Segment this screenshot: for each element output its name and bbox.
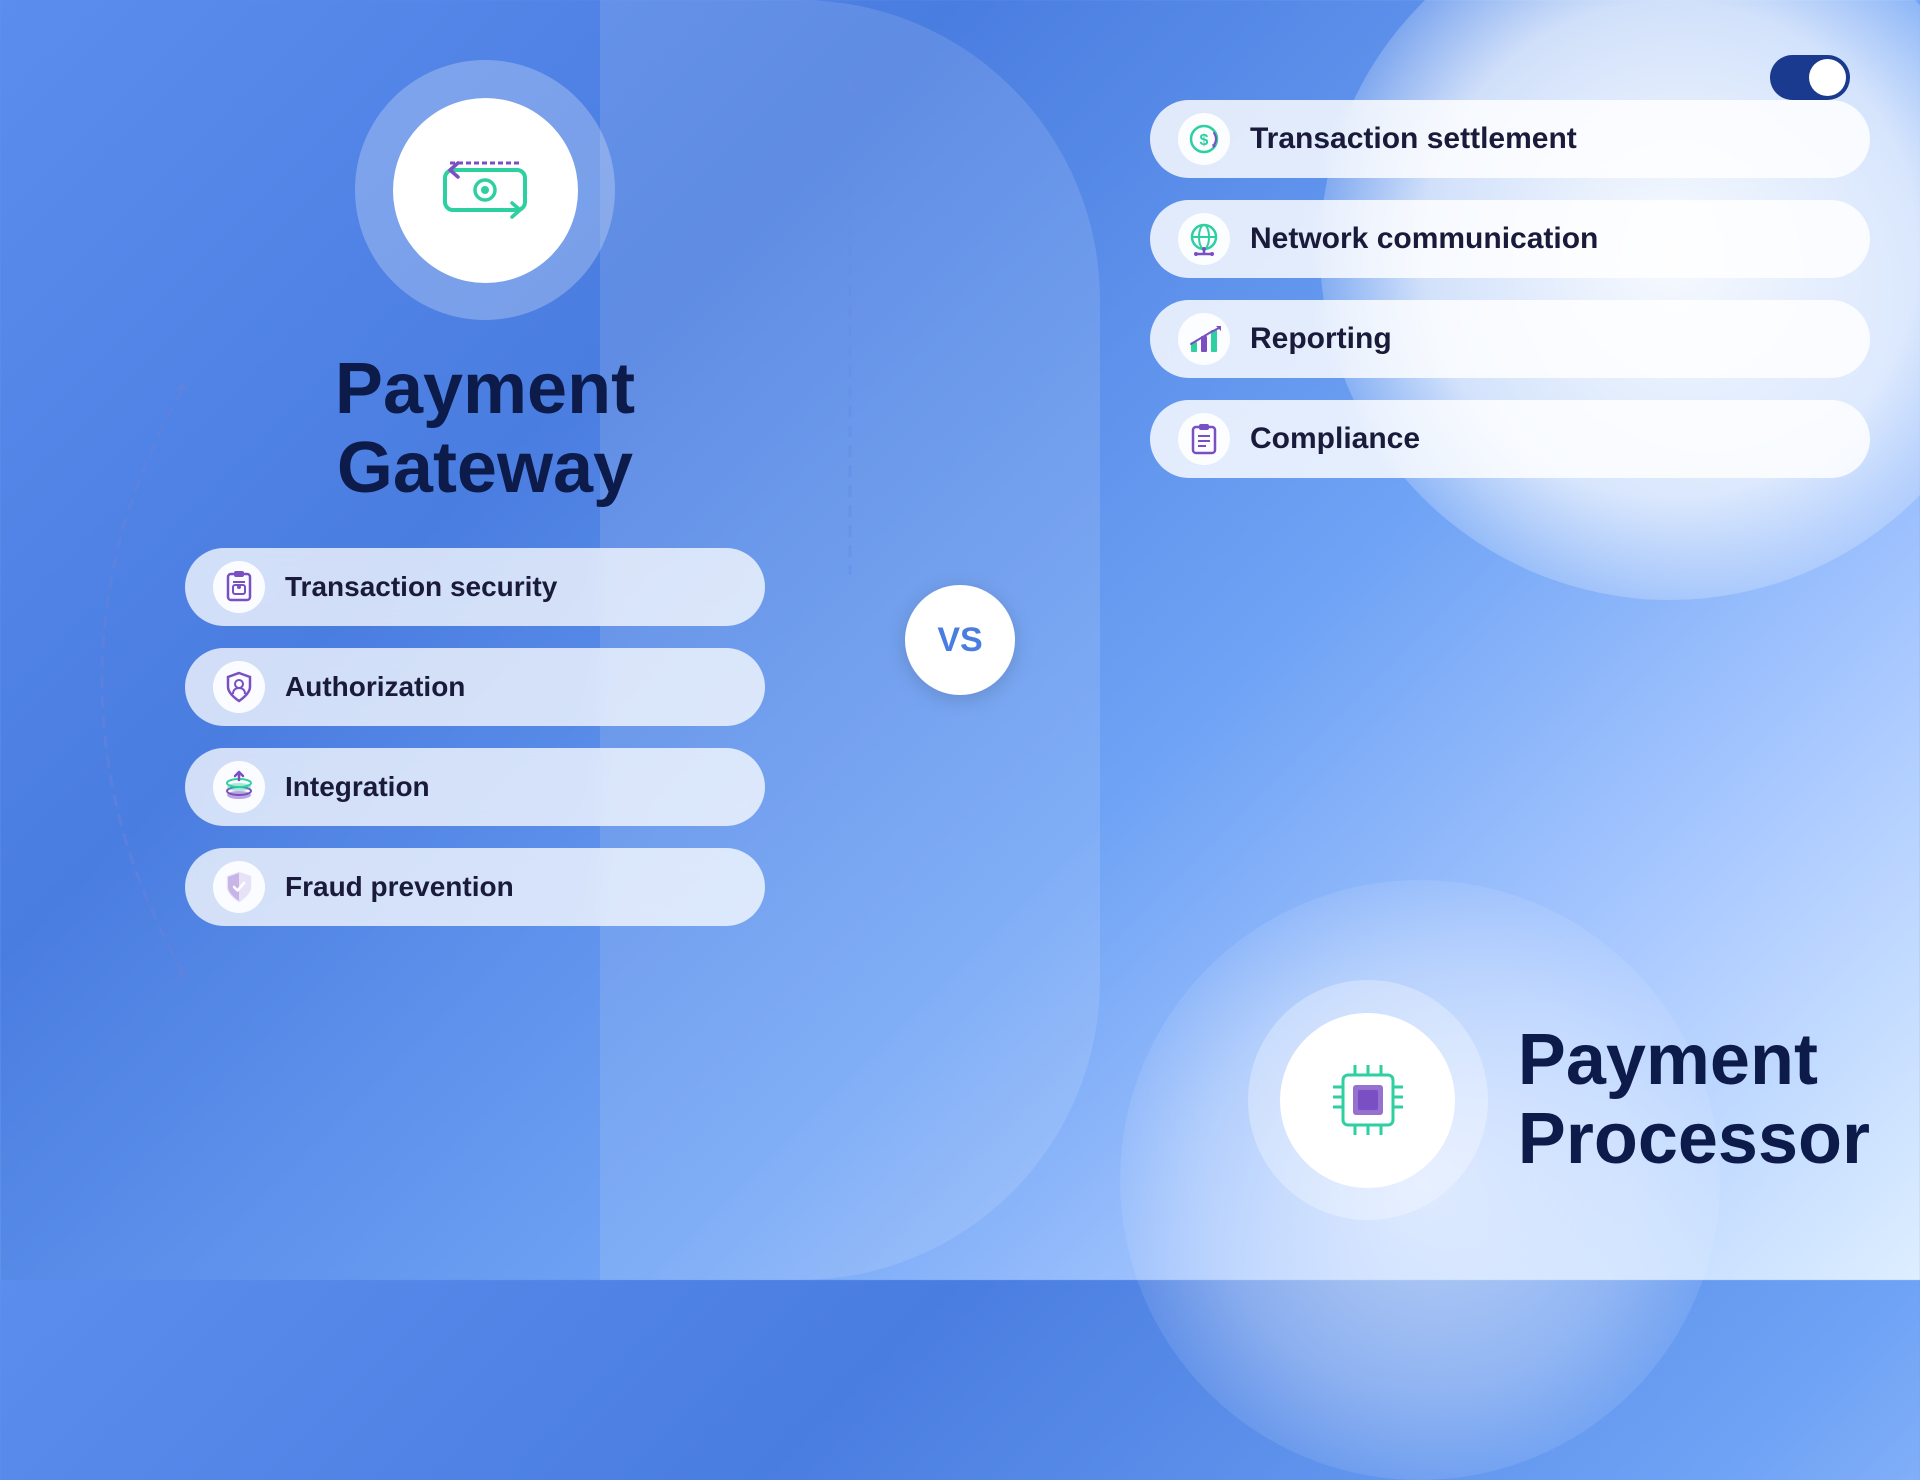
feature-icon-network-communication	[1178, 213, 1230, 265]
shield-check-icon	[222, 670, 256, 704]
feature-item-authorization: Authorization	[185, 648, 765, 726]
right-title: Payment Processor	[1518, 1021, 1870, 1179]
right-feature-label-compliance: Compliance	[1250, 422, 1420, 456]
dollar-cycle-icon: $	[1186, 121, 1222, 157]
right-feature-label-transaction-settlement: Transaction settlement	[1250, 122, 1577, 156]
bar-chart-icon	[1187, 322, 1221, 356]
shield-half-icon	[222, 870, 256, 904]
left-title: Payment Gateway	[335, 350, 635, 508]
clipboard-lock-icon	[222, 570, 256, 604]
feature-icon-integration	[213, 761, 265, 813]
feature-item-transaction-security: Transaction security	[185, 548, 765, 626]
svg-text:$: $	[1200, 132, 1209, 149]
feature-item-network-communication: Network communication	[1150, 200, 1870, 278]
toggle-switch[interactable]	[1770, 55, 1850, 100]
feature-label-integration: Integration	[285, 771, 430, 803]
processor-chip-icon	[1323, 1055, 1413, 1145]
feature-label-authorization: Authorization	[285, 671, 465, 703]
right-feature-label-reporting: Reporting	[1250, 322, 1392, 356]
stack-coins-icon	[221, 769, 257, 805]
feature-icon-transaction-security	[213, 561, 265, 613]
vs-circle: VS	[905, 585, 1015, 695]
feature-icon-compliance	[1178, 413, 1230, 465]
feature-item-fraud-prevention: Fraud prevention	[185, 848, 765, 926]
globe-network-icon	[1186, 221, 1222, 257]
payment-transfer-icon	[440, 155, 530, 225]
feature-icon-transaction-settlement: $	[1178, 113, 1230, 165]
feature-item-transaction-settlement: $ Transaction settlement	[1150, 100, 1870, 178]
toggle-knob	[1809, 59, 1846, 96]
right-section: $ Transaction settlement Network communi…	[1150, 100, 1870, 478]
feature-label-transaction-security: Transaction security	[285, 571, 557, 603]
feature-icon-fraud-prevention	[213, 861, 265, 913]
toggle-track	[1770, 55, 1850, 100]
feature-item-integration: Integration	[185, 748, 765, 826]
clipboard-list-icon	[1187, 422, 1221, 456]
right-bottom-section: Payment Processor	[1248, 980, 1870, 1220]
vs-text: VS	[937, 621, 982, 660]
feature-icon-authorization	[213, 661, 265, 713]
dashed-arc-left	[92, 380, 202, 980]
feature-item-compliance: Compliance	[1150, 400, 1870, 478]
gateway-icon-circle-inner	[393, 98, 578, 283]
processor-circle-outer	[1248, 980, 1488, 1220]
gateway-icon-circle-outer	[355, 60, 615, 320]
feature-icon-reporting	[1178, 313, 1230, 365]
feature-label-fraud-prevention: Fraud prevention	[285, 871, 514, 903]
right-feature-label-network-communication: Network communication	[1250, 222, 1598, 256]
dashed-arc-right	[820, 80, 880, 580]
feature-item-reporting: Reporting	[1150, 300, 1870, 378]
processor-circle-inner	[1280, 1013, 1455, 1188]
left-feature-list: Transaction security Authorization	[185, 548, 765, 926]
